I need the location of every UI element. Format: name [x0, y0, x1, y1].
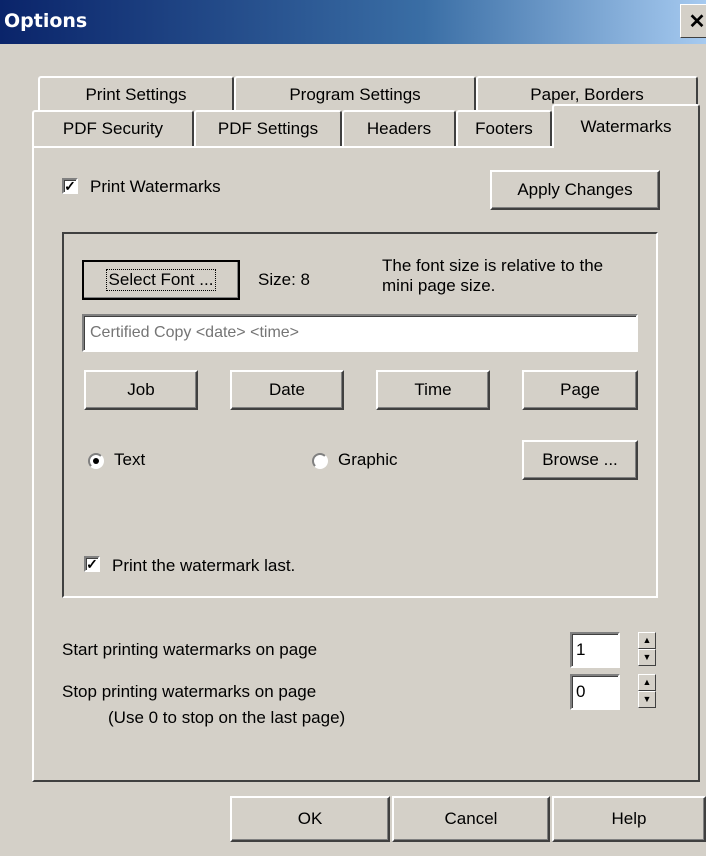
title-bar: Options ✕ [0, 0, 706, 44]
check-icon: ✓ [86, 556, 98, 572]
button-label: Apply Changes [517, 180, 633, 199]
font-size-note: The font size is relative to the mini pa… [382, 256, 604, 295]
print-watermarks-checkbox[interactable]: ✓ [62, 178, 78, 194]
select-font-button[interactable]: Select Font ... [82, 260, 240, 300]
job-button[interactable]: Job [84, 370, 198, 410]
button-label: Cancel [444, 809, 498, 828]
page-button[interactable]: Page [522, 370, 638, 410]
graphic-radio-label: Graphic [338, 450, 398, 469]
spin-down-icon[interactable]: ▼ [638, 691, 656, 708]
help-button[interactable]: Help [552, 796, 706, 842]
print-last-label: Print the watermark last. [112, 556, 296, 575]
tab-label: Print Settings [85, 85, 187, 104]
ok-button[interactable]: OK [230, 796, 390, 842]
stop-page-input[interactable] [570, 674, 620, 710]
tab-headers[interactable]: Headers [342, 110, 456, 146]
tab-watermarks[interactable]: Watermarks [552, 104, 700, 148]
start-page-input[interactable] [570, 632, 620, 668]
print-last-checkbox[interactable]: ✓ [84, 556, 100, 572]
stop-page-note: (Use 0 to stop on the last page) [108, 708, 346, 727]
tab-label: Headers [366, 119, 432, 138]
time-button[interactable]: Time [376, 370, 490, 410]
browse-button[interactable]: Browse ... [522, 440, 638, 480]
spin-up-icon[interactable]: ▲ [638, 632, 656, 649]
tab-label: Watermarks [580, 117, 672, 136]
button-label: Date [269, 380, 305, 399]
tab-program-settings[interactable]: Program Settings [234, 76, 476, 112]
window-title: Options [4, 10, 88, 32]
button-label: Time [414, 380, 452, 399]
graphic-radio[interactable] [312, 453, 328, 469]
stop-page-label: Stop printing watermarks on page [62, 682, 317, 701]
text-radio-label: Text [114, 450, 146, 469]
tab-label: Paper, Borders [530, 85, 644, 104]
tab-print-settings[interactable]: Print Settings [38, 76, 234, 112]
spin-up-icon[interactable]: ▲ [638, 674, 656, 691]
close-icon: ✕ [688, 10, 706, 33]
button-label: Help [611, 809, 647, 828]
font-size-label: Size: 8 [258, 270, 310, 289]
button-label: Browse ... [542, 450, 618, 469]
button-label: OK [297, 809, 323, 828]
tab-pdf-security[interactable]: PDF Security [32, 110, 194, 146]
start-page-spinner[interactable]: ▲ ▼ [638, 632, 656, 666]
start-page-label: Start printing watermarks on page [62, 640, 318, 659]
button-label: Page [560, 380, 600, 399]
tab-pdf-settings[interactable]: PDF Settings [194, 110, 342, 146]
watermark-text-input[interactable] [82, 314, 638, 352]
button-label: Job [127, 380, 155, 399]
cancel-button[interactable]: Cancel [392, 796, 550, 842]
spin-down-icon[interactable]: ▼ [638, 649, 656, 666]
tab-label: PDF Settings [217, 119, 319, 138]
tab-footers[interactable]: Footers [456, 110, 552, 146]
tab-label: PDF Security [62, 119, 164, 138]
print-watermarks-label: Print Watermarks [90, 177, 221, 196]
text-radio[interactable] [88, 453, 104, 469]
button-label: Select Font ... [105, 269, 217, 291]
apply-changes-button[interactable]: Apply Changes [490, 170, 660, 210]
date-button[interactable]: Date [230, 370, 344, 410]
close-button[interactable]: ✕ [680, 4, 706, 38]
tab-label: Program Settings [289, 85, 421, 104]
stop-page-spinner[interactable]: ▲ ▼ [638, 674, 656, 708]
check-icon: ✓ [64, 178, 76, 194]
tab-label: Footers [475, 119, 533, 138]
radio-selected-dot [93, 458, 99, 464]
